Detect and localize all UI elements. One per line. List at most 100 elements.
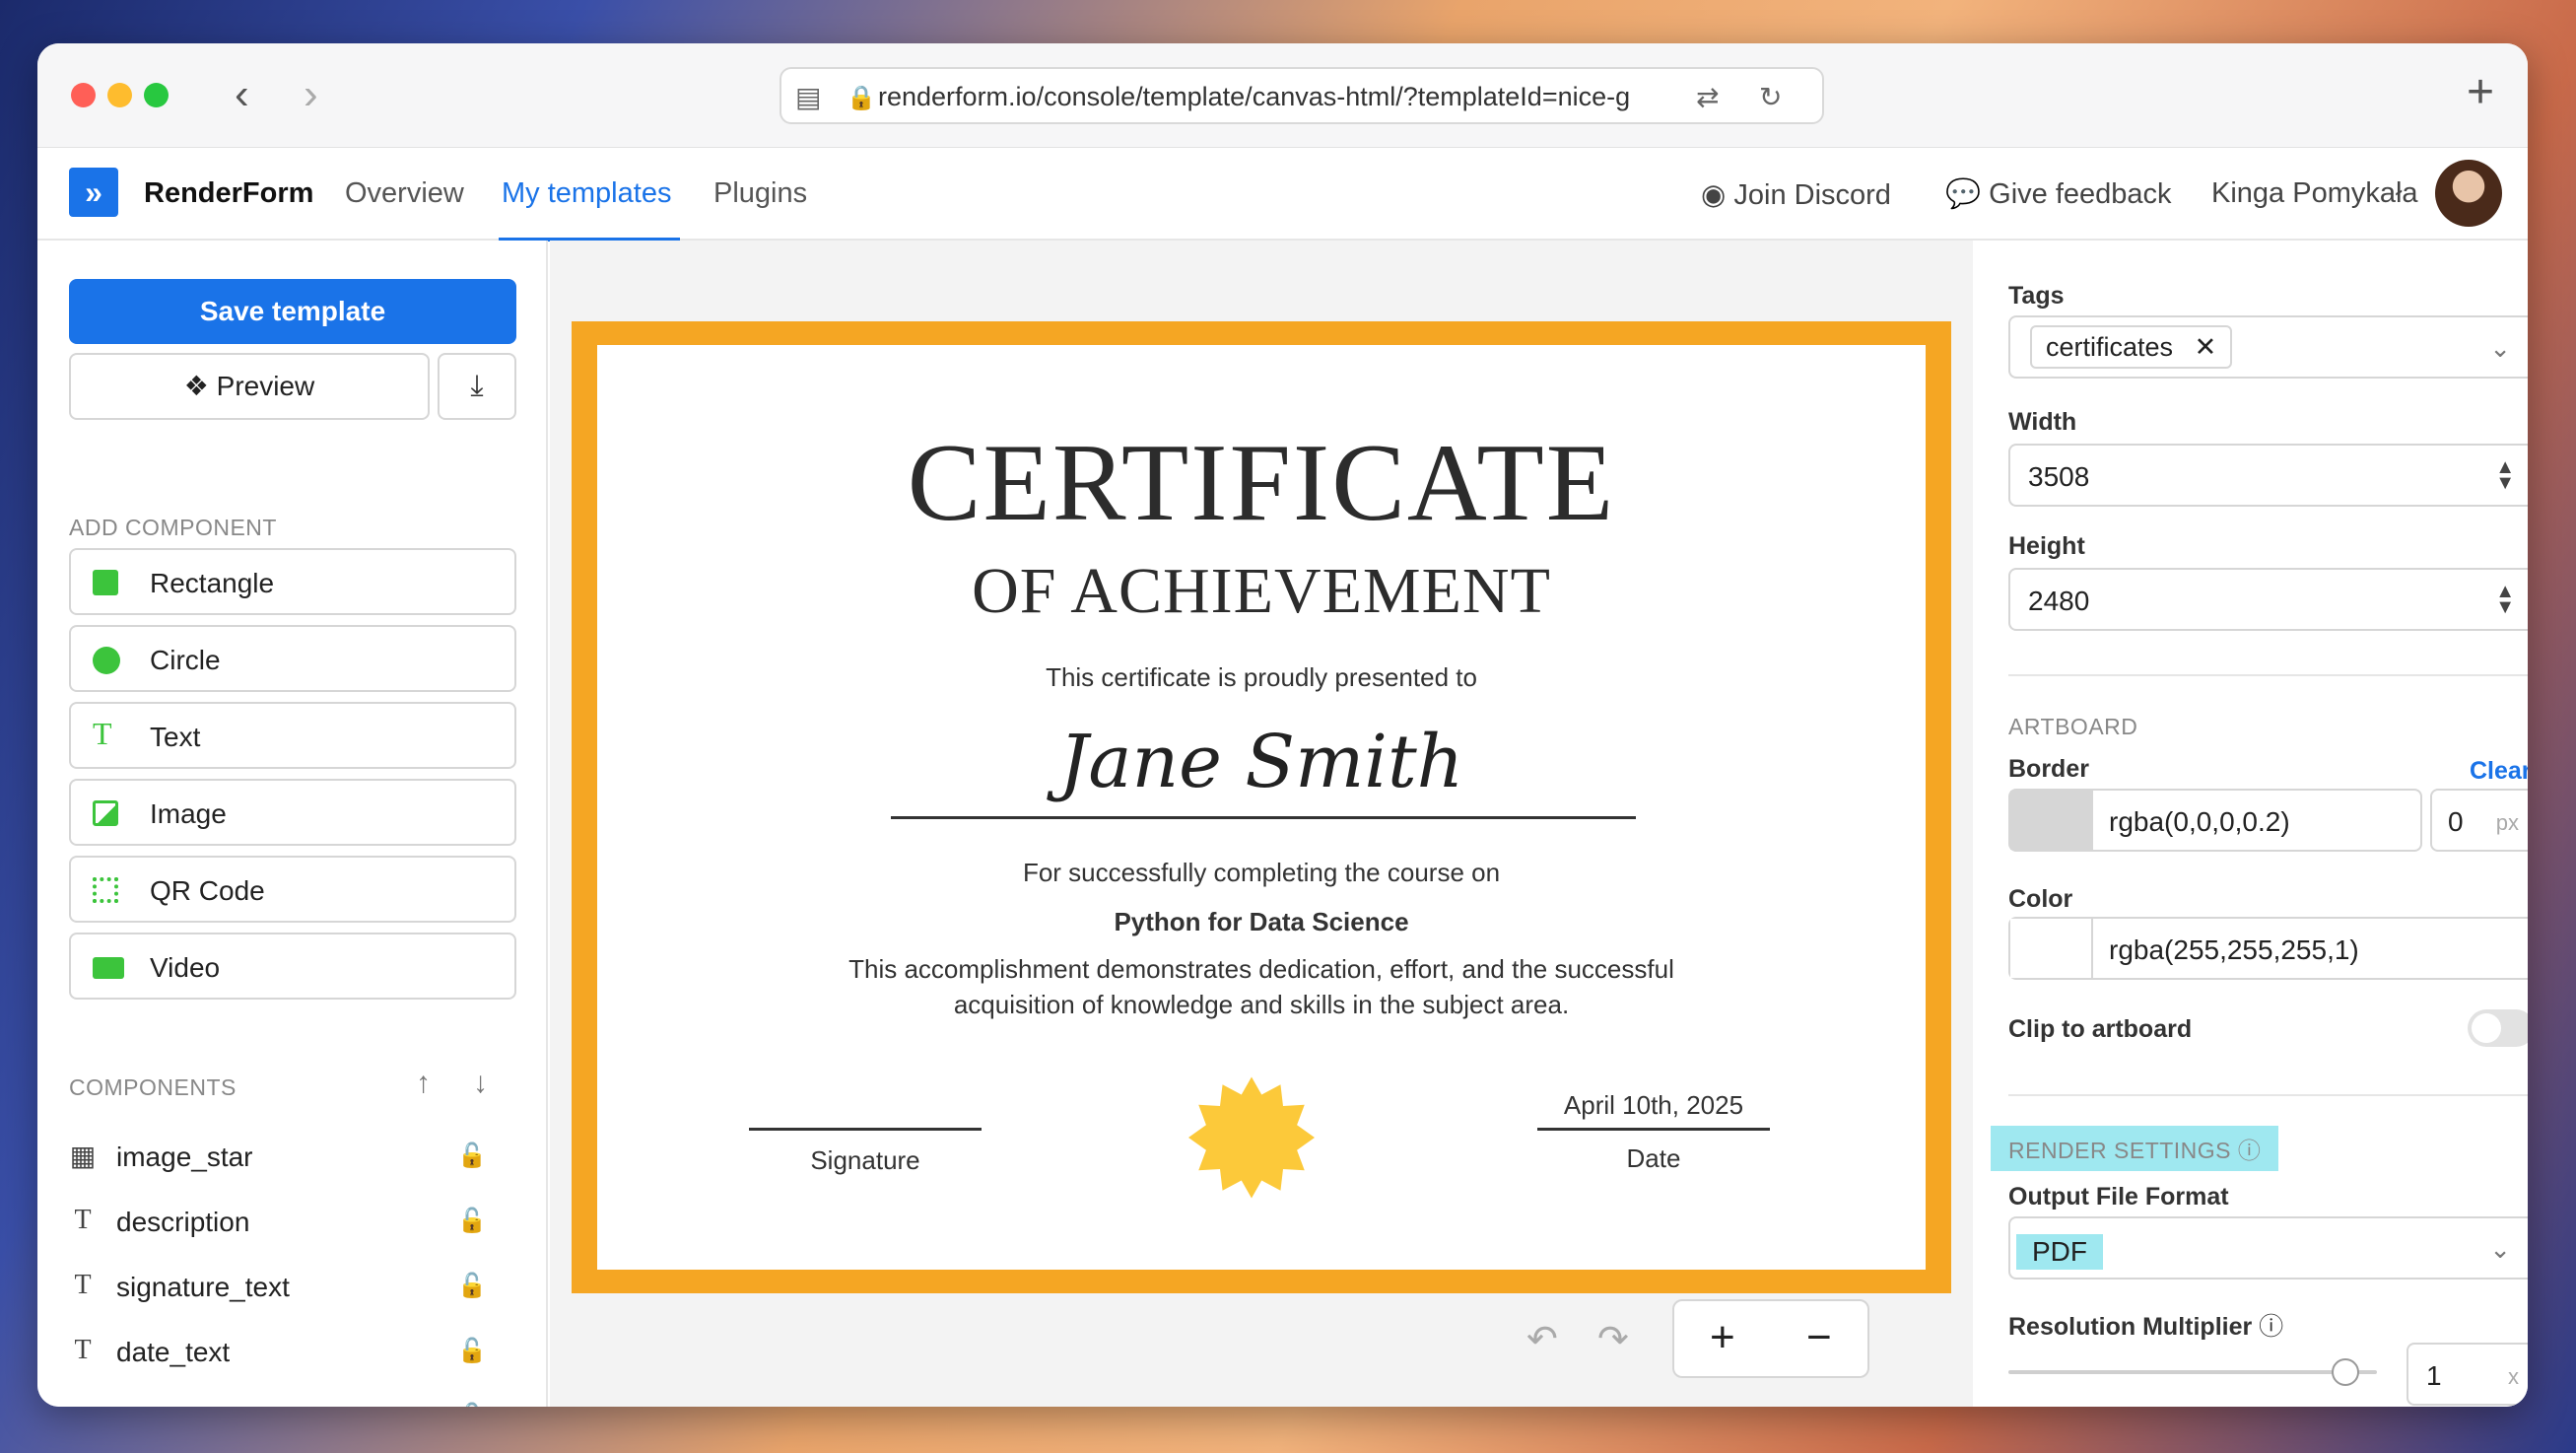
signature-line[interactable] xyxy=(749,1128,982,1131)
date-line[interactable] xyxy=(1537,1128,1770,1131)
presented-text[interactable]: This certificate is proudly presented to xyxy=(597,662,1926,693)
stepper-icon[interactable]: ▲ ▼ xyxy=(2495,582,2515,617)
course-intro-text[interactable]: For successfully completing the course o… xyxy=(597,858,1926,888)
layer-label: image_star xyxy=(116,1142,253,1172)
add-video-button[interactable]: Video xyxy=(69,933,516,1000)
lock-icon[interactable]: 🔓 xyxy=(457,1207,487,1235)
redo-icon[interactable]: ↷ xyxy=(1597,1317,1629,1361)
url-text[interactable]: renderform.io/console/template/canvas-ht… xyxy=(878,82,1647,112)
nav-my-templates[interactable]: My templates xyxy=(502,177,671,210)
lock-icon[interactable]: 🔓 xyxy=(457,1272,487,1300)
date-value[interactable]: April 10th, 2025 xyxy=(1537,1090,1770,1121)
border-color-swatch[interactable] xyxy=(2010,791,2093,850)
divider xyxy=(2008,674,2528,676)
recipient-name[interactable]: Jane Smith xyxy=(597,720,1926,804)
avatar[interactable] xyxy=(2435,160,2502,227)
background-color-value: rgba(255,255,255,1) xyxy=(2109,934,2359,965)
sidebar-icon[interactable]: ▤ xyxy=(795,81,821,113)
resolution-value: 1 xyxy=(2426,1360,2442,1391)
component-label: Rectangle xyxy=(150,568,275,598)
user-name[interactable]: Kinga Pomykała xyxy=(2211,177,2418,210)
new-tab-icon[interactable]: + xyxy=(2467,65,2494,119)
component-label: Circle xyxy=(150,645,221,675)
renderform-logo-icon[interactable]: » xyxy=(69,168,118,217)
rectangle-icon xyxy=(93,570,118,595)
download-icon[interactable]: ⤓ xyxy=(438,353,516,420)
nav-overview[interactable]: Overview xyxy=(345,177,464,210)
description-line-1[interactable]: This accomplishment demonstrates dedicat… xyxy=(597,954,1926,985)
layer-item[interactable]: T signature_text 🔓 xyxy=(69,1262,516,1311)
add-rectangle-button[interactable]: Rectangle xyxy=(69,548,516,615)
layer-item[interactable]: ■ line2 🔓 xyxy=(69,1392,516,1407)
resolution-input[interactable]: 1 x xyxy=(2407,1343,2528,1406)
stepper-icon[interactable]: ▲ ▼ xyxy=(2495,457,2515,493)
description-line-2[interactable]: acquisition of knowledge and skills in t… xyxy=(597,990,1926,1020)
preview-button[interactable]: ❖ Preview xyxy=(69,353,430,420)
remove-tag-icon[interactable]: ✕ xyxy=(2195,332,2217,362)
certificate-title[interactable]: CERTIFICATE xyxy=(597,420,1926,547)
add-text-button[interactable]: T Text xyxy=(69,702,516,769)
properties-panel: Tags certificates ✕ ⌄ Width 3508 ▲ ▼ Heig… xyxy=(1975,241,2528,1407)
layer-item[interactable]: ▦ image_star 🔓 xyxy=(69,1132,516,1181)
reload-icon[interactable]: ↻ xyxy=(1759,81,1782,113)
output-format-select[interactable]: PDF ⌄ xyxy=(2008,1216,2528,1280)
certificate-subtitle[interactable]: OF ACHIEVEMENT xyxy=(597,554,1926,629)
help-icon[interactable]: ⓘ xyxy=(2259,1313,2283,1341)
date-label[interactable]: Date xyxy=(1537,1143,1770,1174)
clear-border-link[interactable]: Clear xyxy=(2470,757,2528,786)
width-label: Width xyxy=(2008,408,2077,436)
translate-icon[interactable]: ⇄ xyxy=(1696,81,1719,113)
divider xyxy=(2008,1094,2528,1096)
address-bar[interactable]: ▤ 🔒 renderform.io/console/template/canva… xyxy=(780,67,1824,124)
join-discord-link[interactable]: ◉ Join Discord xyxy=(1701,177,1891,212)
help-icon[interactable]: ⓘ xyxy=(2238,1138,2262,1163)
add-circle-button[interactable]: Circle xyxy=(69,625,516,692)
lock-icon[interactable]: 🔓 xyxy=(457,1402,487,1407)
clip-to-artboard-toggle[interactable] xyxy=(2468,1009,2528,1047)
text-icon: T xyxy=(74,1205,92,1235)
chevron-down-icon[interactable]: ⌄ xyxy=(2489,1234,2511,1265)
layer-label: description xyxy=(116,1207,250,1237)
seal-star-icon[interactable] xyxy=(1188,1074,1315,1201)
give-feedback-link[interactable]: 💬 Give feedback xyxy=(1945,177,2172,211)
resolution-slider-track[interactable] xyxy=(2008,1370,2377,1374)
name-underline[interactable] xyxy=(891,816,1636,819)
tags-select[interactable]: certificates ✕ ⌄ xyxy=(2008,315,2528,379)
height-value: 2480 xyxy=(2028,586,2090,616)
signature-label[interactable]: Signature xyxy=(749,1145,982,1176)
tag-label: certificates xyxy=(2046,332,2174,362)
background-color-input[interactable]: rgba(255,255,255,1) xyxy=(2008,917,2528,980)
undo-icon[interactable]: ↶ xyxy=(1526,1317,1558,1361)
border-width-input[interactable]: 0 px xyxy=(2430,789,2528,852)
save-template-button[interactable]: Save template xyxy=(69,279,516,344)
height-input[interactable]: 2480 ▲ ▼ xyxy=(2008,568,2528,631)
chevron-down-icon[interactable]: ⌄ xyxy=(2489,333,2511,364)
lock-icon[interactable]: 🔓 xyxy=(457,1142,487,1170)
tag-chip[interactable]: certificates ✕ xyxy=(2030,325,2233,369)
resolution-slider-handle[interactable] xyxy=(2332,1358,2359,1386)
move-down-icon[interactable]: ↓ xyxy=(473,1067,488,1100)
layer-item[interactable]: T date_text 🔓 xyxy=(69,1327,516,1376)
course-name[interactable]: Python for Data Science xyxy=(597,907,1926,937)
add-image-button[interactable]: Image xyxy=(69,779,516,846)
background-color-swatch[interactable] xyxy=(2010,919,2093,978)
certificate-artboard[interactable]: CERTIFICATE OF ACHIEVEMENT This certific… xyxy=(572,321,1951,1293)
zoom-window-button[interactable] xyxy=(144,83,169,107)
layer-item[interactable]: T description 🔓 xyxy=(69,1197,516,1246)
circle-icon xyxy=(93,647,120,674)
border-color-input[interactable]: rgba(0,0,0,0.2) xyxy=(2008,789,2422,852)
zoom-out-icon[interactable]: − xyxy=(1806,1313,1832,1362)
canvas-area[interactable]: CERTIFICATE OF ACHIEVEMENT This certific… xyxy=(550,241,1973,1407)
brand-name[interactable]: RenderForm xyxy=(144,177,313,210)
nav-plugins[interactable]: Plugins xyxy=(713,177,807,210)
forward-icon[interactable]: › xyxy=(304,73,318,116)
add-qr-code-button[interactable]: QR Code xyxy=(69,856,516,923)
back-icon[interactable]: ‹ xyxy=(235,73,249,116)
close-window-button[interactable] xyxy=(71,83,96,107)
move-up-icon[interactable]: ↑ xyxy=(416,1067,431,1100)
minimize-window-button[interactable] xyxy=(107,83,132,107)
certificate-inner[interactable]: CERTIFICATE OF ACHIEVEMENT This certific… xyxy=(597,345,1926,1270)
zoom-in-icon[interactable]: + xyxy=(1710,1313,1735,1362)
lock-icon[interactable]: 🔓 xyxy=(457,1337,487,1365)
width-input[interactable]: 3508 ▲ ▼ xyxy=(2008,444,2528,507)
